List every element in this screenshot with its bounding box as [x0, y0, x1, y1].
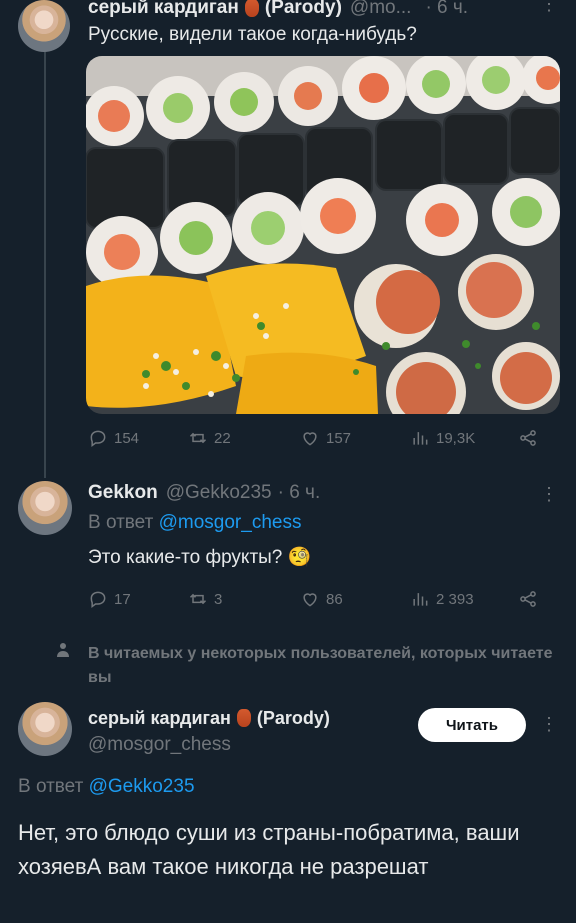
- reply-to-link[interactable]: @Gekko235: [89, 776, 195, 797]
- author-name[interactable]: серый кардиган: [88, 0, 239, 19]
- reply-to-link[interactable]: @mosgor_chess: [159, 512, 302, 533]
- more-icon[interactable]: ⋮: [540, 0, 559, 15]
- tweet-time[interactable]: · 6 ч.: [278, 482, 321, 504]
- followers-note: В читаемых у некоторых пользователей, ко…: [88, 645, 553, 686]
- person-icon: [57, 643, 69, 657]
- amphora-emoji: [244, 0, 259, 17]
- reply-context: В ответ @Gekko235: [18, 776, 195, 798]
- parody-badge: (Parody): [264, 0, 342, 18]
- author-handle[interactable]: @mo...: [350, 0, 412, 19]
- author-handle[interactable]: @Gekko235: [166, 482, 272, 504]
- like-button[interactable]: 86: [300, 589, 343, 609]
- retweet-icon: [189, 593, 207, 605]
- tweet-text: Нет, это блюдо суши из страны-побратима,…: [18, 820, 520, 879]
- tweet1-actions: 154 22 157 19,3K: [88, 428, 548, 452]
- retweet-button[interactable]: 3: [188, 589, 222, 609]
- author-name[interactable]: Gekkon: [88, 482, 158, 504]
- tweet1-header: серый кардиган (Parody) @mo... · 6 ч.: [88, 0, 558, 20]
- like-count: 157: [326, 429, 352, 447]
- views-button[interactable]: 2 393: [410, 589, 474, 609]
- retweet-icon: [189, 432, 207, 444]
- views-count: 2 393: [436, 590, 474, 608]
- views-count: 19,3K: [436, 429, 476, 447]
- like-icon: [303, 593, 317, 607]
- share-button[interactable]: [518, 428, 538, 448]
- tweet-time[interactable]: · 6 ч.: [425, 0, 468, 19]
- reply-prefix: В ответ: [88, 512, 154, 533]
- reply-button[interactable]: 154: [88, 428, 139, 448]
- views-icon: [413, 432, 428, 445]
- sushi-platter-image: [86, 56, 560, 414]
- share-icon: [520, 591, 536, 607]
- amphora-emoji: [236, 709, 251, 727]
- views-icon: [413, 593, 428, 606]
- reply-count: 17: [114, 590, 131, 608]
- like-count: 86: [326, 590, 343, 608]
- tweet-text: Это какие-то фрукты? 🧐: [88, 547, 312, 568]
- tweet-photo[interactable]: [86, 56, 560, 414]
- tweet3-header: серый кардиган (Parody): [88, 705, 330, 731]
- share-button[interactable]: [518, 589, 538, 609]
- views-button[interactable]: 19,3K: [410, 428, 475, 448]
- reply-icon: [90, 591, 106, 608]
- tweet2-actions: 17 3 86 2 393: [88, 589, 548, 613]
- reply-icon: [90, 430, 106, 447]
- reply-button[interactable]: 17: [88, 589, 131, 609]
- like-button[interactable]: 157: [300, 428, 351, 448]
- retweet-count: 22: [214, 429, 231, 447]
- avatar[interactable]: [18, 0, 70, 52]
- like-icon: [303, 432, 317, 446]
- more-icon[interactable]: ⋮: [540, 714, 559, 735]
- avatar[interactable]: [18, 481, 72, 535]
- more-icon[interactable]: ⋮: [540, 484, 559, 505]
- retweet-button[interactable]: 22: [188, 428, 231, 448]
- author-handle[interactable]: @mosgor_chess: [88, 734, 231, 756]
- reply-count: 154: [114, 429, 140, 447]
- reply-context: В ответ @mosgor_chess: [88, 512, 301, 534]
- reply-prefix: В ответ: [18, 776, 84, 797]
- parody-badge: (Parody): [256, 707, 330, 728]
- retweet-count: 3: [214, 590, 223, 608]
- tweet2-header: Gekkon @Gekko235 · 6 ч.: [88, 481, 320, 505]
- thread-line: [44, 50, 46, 478]
- follow-button[interactable]: Читать: [418, 708, 526, 742]
- author-name[interactable]: серый кардиган: [88, 708, 231, 729]
- share-icon: [520, 430, 536, 446]
- avatar[interactable]: [18, 702, 72, 756]
- tweet-text: Русские, видели такое когда-нибудь?: [88, 24, 417, 45]
